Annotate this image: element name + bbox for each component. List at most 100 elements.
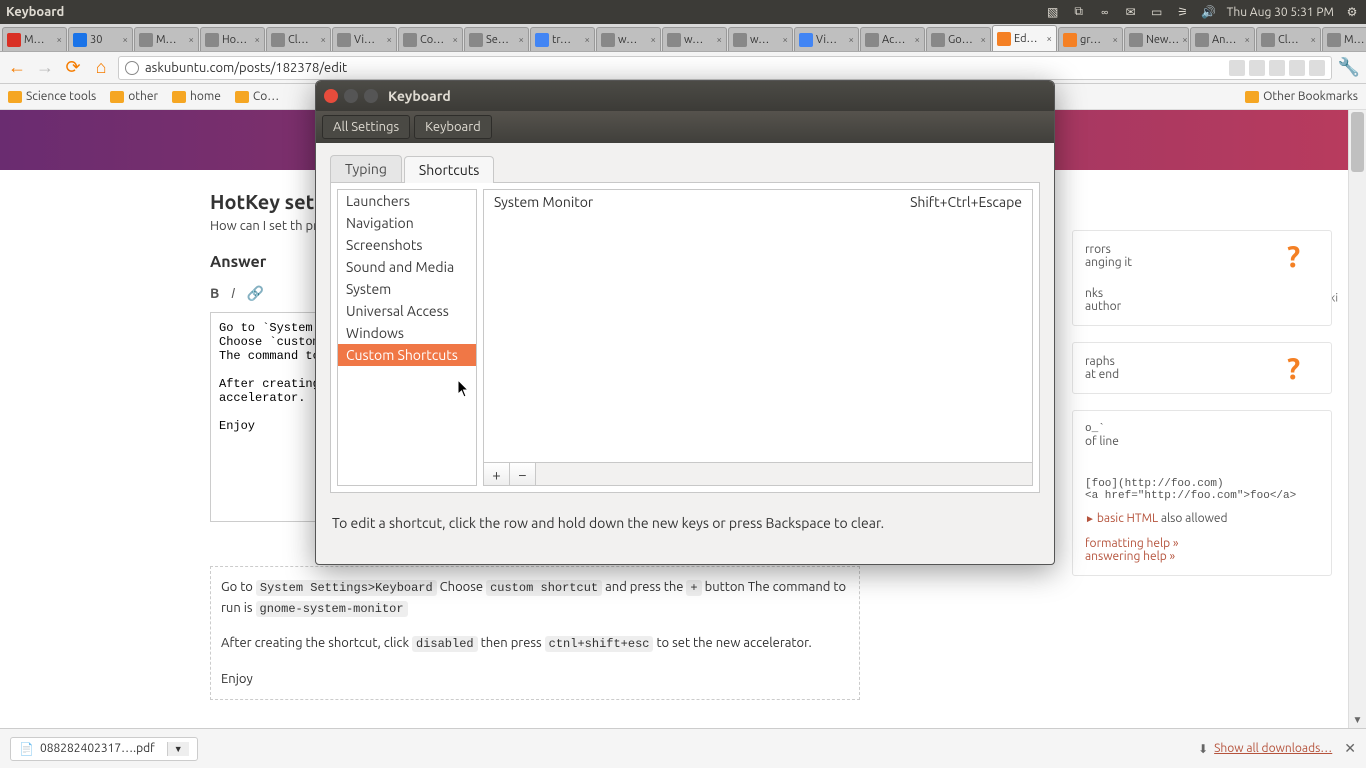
keyboard-crumb[interactable]: Keyboard [414,115,492,139]
bookmark-folder[interactable]: other [110,90,158,103]
add-shortcut-button[interactable]: + [484,463,510,485]
browser-tab[interactable]: New…× [1124,27,1189,51]
back-button[interactable]: ← [6,57,28,79]
browser-tab[interactable]: Co…× [398,27,463,51]
close-icon[interactable]: × [782,34,788,45]
category-system[interactable]: System [338,278,476,300]
close-icon[interactable]: × [1112,34,1118,45]
shortcut-row[interactable]: System Monitor Shift+Ctrl+Escape [484,190,1032,214]
browser-tab[interactable]: Vi…× [332,27,397,51]
basic-html-link[interactable]: basic HTML [1097,512,1158,525]
browser-tab[interactable]: Cl…× [266,27,331,51]
forward-button[interactable]: → [34,57,56,79]
show-all-downloads-link[interactable]: Show all downloads… [1214,742,1332,755]
close-icon[interactable]: × [650,34,656,45]
panel-clock[interactable]: Thu Aug 30 5:31 PM [1227,6,1334,19]
browser-tab[interactable]: M…× [1322,27,1366,51]
remove-shortcut-button[interactable]: − [510,463,536,485]
browser-tab[interactable]: Se…× [464,27,529,51]
link-button[interactable]: 🔗 [247,285,264,302]
window-minimize-button[interactable] [344,89,358,103]
extension-icon[interactable] [1289,60,1305,76]
browser-tab[interactable]: Ho…× [200,27,265,51]
close-icon[interactable]: × [1046,33,1052,44]
network-icon[interactable]: ⚞ [1175,4,1191,20]
extension-icon[interactable] [1269,60,1285,76]
close-icon[interactable]: × [452,34,458,45]
close-download-bar[interactable]: ✕ [1344,740,1356,757]
volume-icon[interactable]: 🔊 [1201,4,1217,20]
tab-typing[interactable]: Typing [330,155,402,182]
close-icon[interactable]: × [56,34,62,45]
category-custom-shortcuts[interactable]: Custom Shortcuts [338,344,476,366]
category-sound-media[interactable]: Sound and Media [338,256,476,278]
window-titlebar[interactable]: Keyboard [316,81,1054,111]
all-settings-button[interactable]: All Settings [322,115,410,139]
close-icon[interactable]: × [1310,34,1316,45]
category-navigation[interactable]: Navigation [338,212,476,234]
browser-tab[interactable]: M…× [134,27,199,51]
browser-tab[interactable]: tr…× [530,27,595,51]
reload-button[interactable]: ⟳ [62,57,84,79]
close-icon[interactable]: × [1182,34,1188,45]
bookmark-folder[interactable]: Science tools [8,90,96,103]
close-icon[interactable]: × [518,34,524,45]
browser-tab[interactable]: M…× [2,27,67,51]
category-universal-access[interactable]: Universal Access [338,300,476,322]
download-item[interactable]: 📄 088282402317….pdf ▼ [10,737,198,761]
browser-tab[interactable]: Go…× [926,27,991,51]
italic-button[interactable]: I [231,285,235,302]
extension-icon[interactable] [1309,60,1325,76]
help-block: ? rrors anging it nks author [1072,230,1332,326]
bookmark-folder[interactable]: Co… [235,90,279,103]
browser-tab[interactable]: w…× [596,27,661,51]
category-launchers[interactable]: Launchers [338,190,476,212]
browser-tab[interactable]: gr…× [1058,27,1123,51]
close-icon[interactable]: × [386,34,392,45]
bookmark-folder[interactable]: home [172,90,221,103]
favicon-icon [799,33,813,47]
address-bar[interactable]: askubuntu.com/posts/182378/edit [118,56,1332,80]
close-icon[interactable]: × [320,34,326,45]
scroll-down-icon[interactable]: ▼ [1349,712,1366,728]
tab-shortcuts[interactable]: Shortcuts [404,156,494,183]
bold-button[interactable]: B [210,285,219,302]
mail-icon[interactable]: ✉ [1123,4,1139,20]
page-scrollbar[interactable]: ▲ ▼ [1348,110,1366,728]
download-dropdown[interactable]: ▼ [167,742,189,756]
close-icon[interactable]: × [848,34,854,45]
close-icon[interactable]: × [716,34,722,45]
dropbox-icon[interactable]: ⧉ [1071,4,1087,20]
window-maximize-button[interactable] [364,89,378,103]
close-icon[interactable]: × [584,34,590,45]
close-icon[interactable]: × [254,34,260,45]
extension-icon[interactable] [1249,60,1265,76]
close-icon[interactable]: × [914,34,920,45]
browser-tab-active[interactable]: Ed…× [992,25,1057,51]
category-windows[interactable]: Windows [338,322,476,344]
answering-help-link[interactable]: answering help » [1085,550,1175,563]
battery-icon[interactable]: ▭ [1149,4,1165,20]
wrench-icon[interactable]: 🔧 [1338,57,1360,79]
photo-icon[interactable]: ▧ [1045,4,1061,20]
browser-tab[interactable]: 30× [68,27,133,51]
close-icon[interactable]: × [122,34,128,45]
browser-tab[interactable]: Vi…× [794,27,859,51]
browser-tab[interactable]: w…× [662,27,727,51]
gear-icon[interactable]: ⚙ [1344,4,1360,20]
close-icon[interactable]: × [188,34,194,45]
window-close-button[interactable] [324,89,338,103]
browser-tab[interactable]: Ac…× [860,27,925,51]
formatting-help-link[interactable]: formatting help » [1085,537,1179,550]
other-bookmarks[interactable]: Other Bookmarks [1245,90,1358,103]
home-button[interactable]: ⌂ [90,57,112,79]
browser-tab[interactable]: An…× [1190,27,1255,51]
close-icon[interactable]: × [1244,34,1250,45]
browser-tab[interactable]: w…× [728,27,793,51]
browser-tab[interactable]: Cl…× [1256,27,1321,51]
close-icon[interactable]: × [980,34,986,45]
star-icon[interactable] [1229,60,1245,76]
scroll-thumb[interactable] [1351,112,1364,172]
sync-icon[interactable]: ∞ [1097,4,1113,20]
category-screenshots[interactable]: Screenshots [338,234,476,256]
